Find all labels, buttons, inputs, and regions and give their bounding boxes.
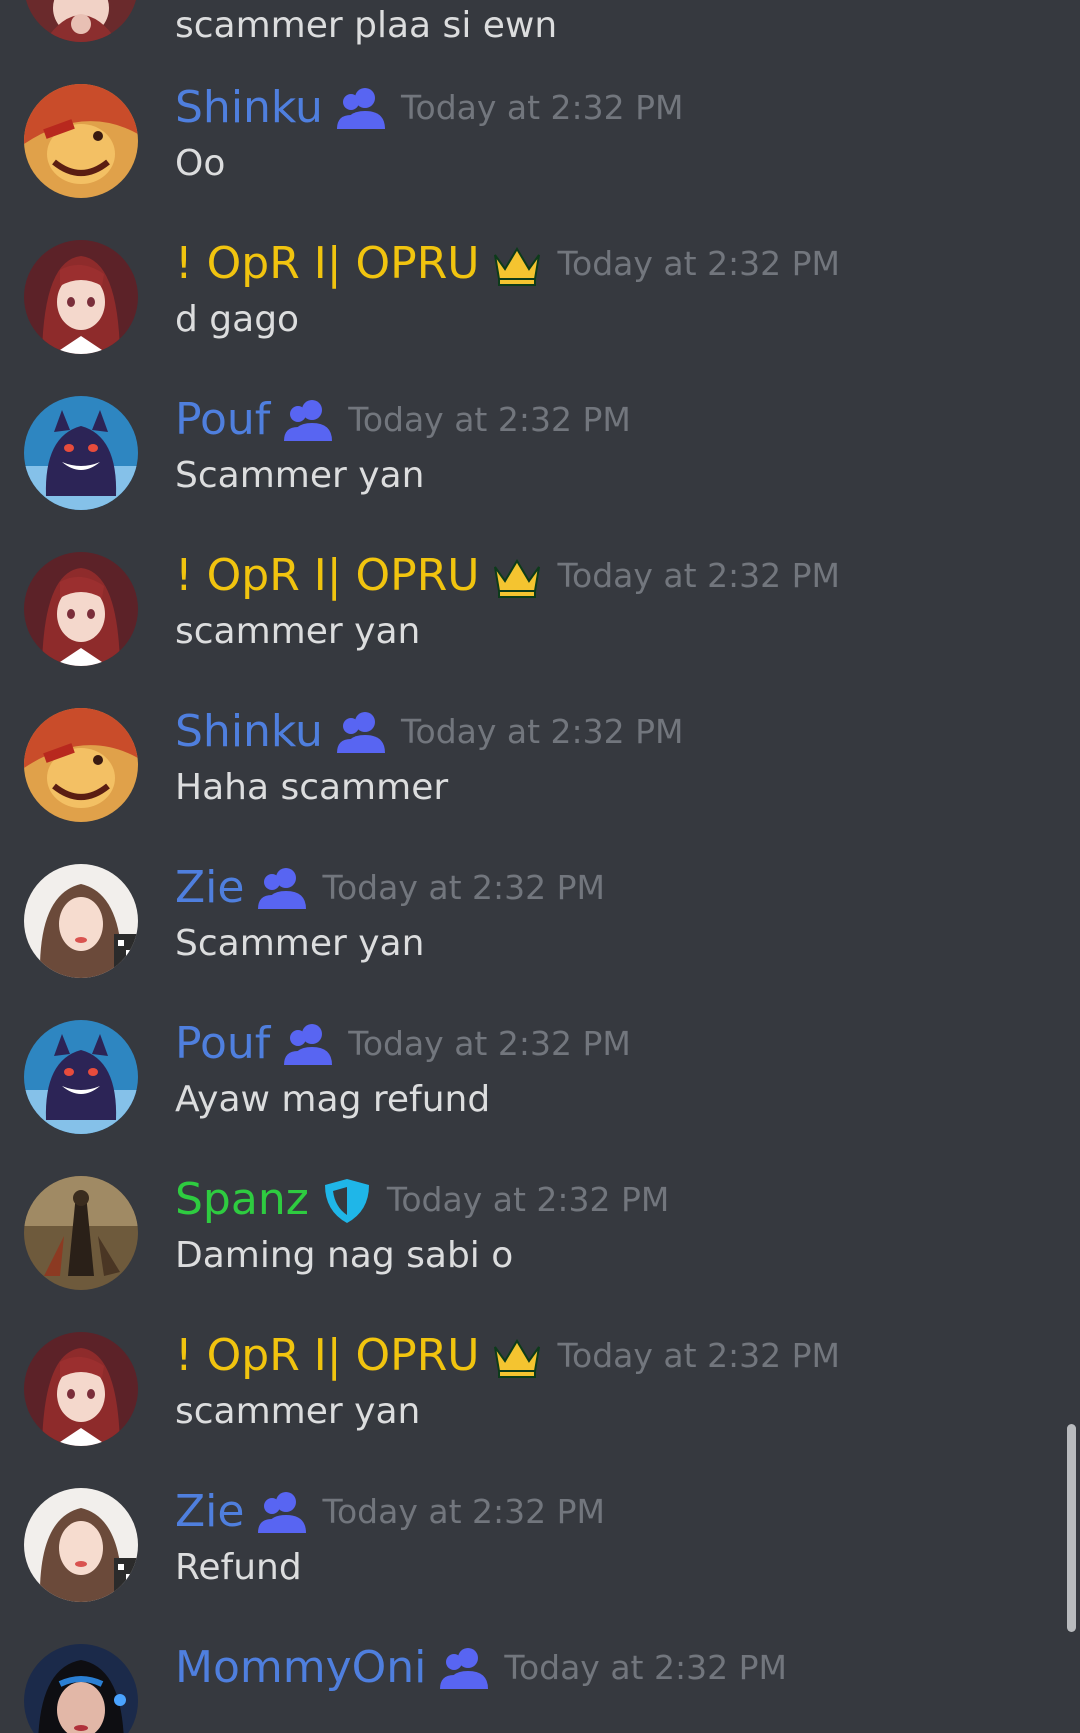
message-text: Refund [175,1547,302,1588]
message-item: Zie Today at 2:32 PM Refund [0,1482,1080,1638]
timestamp: Today at 2:32 PM [322,868,605,907]
username[interactable]: Shinku [175,704,323,760]
avatar-opru[interactable] [24,1332,138,1446]
message-text: Haha scammer [175,767,449,808]
members-icon [282,397,334,443]
username[interactable]: ! OpR I| OPRU [175,236,479,292]
avatar-pouf[interactable] [24,396,138,510]
scrollbar-thumb[interactable] [1067,1424,1076,1632]
message-item: ! OpR I| OPRU Today at 2:32 PM d gago [0,234,1080,390]
message-text: Scammer yan [175,455,425,496]
crown-icon [491,1333,543,1379]
username[interactable]: Shinku [175,80,323,136]
message-text: Ayaw mag refund [175,1079,491,1120]
message-item: ! OpR I| OPRU Today at 2:32 PM scammer y… [0,546,1080,702]
message-text: scammer yan [175,611,421,652]
avatar-opru[interactable] [24,240,138,354]
timestamp: Today at 2:32 PM [348,400,631,439]
members-icon [438,1645,490,1691]
members-icon [335,85,387,131]
timestamp: Today at 2:32 PM [322,1492,605,1531]
message-item: Pouf Today at 2:32 PM Ayaw mag refund [0,1014,1080,1170]
avatar-opru[interactable] [24,552,138,666]
message-item: Zie Today at 2:32 PM Scammer yan [0,858,1080,1014]
message-item: Shinku Today at 2:32 PM Oo [0,78,1080,234]
avatar-pouf[interactable] [24,1020,138,1134]
message-item: Spanz Today at 2:32 PM Daming nag sabi o [0,1170,1080,1326]
username[interactable]: ! OpR I| OPRU [175,1328,479,1384]
members-icon [256,865,308,911]
timestamp: Today at 2:32 PM [386,1180,670,1219]
username[interactable]: Pouf [175,392,270,448]
username[interactable]: Zie [175,860,244,916]
scrollbar[interactable] [1064,0,1078,1733]
username[interactable]: Spanz [175,1172,309,1228]
avatar-shinku[interactable] [24,708,138,822]
timestamp: Today at 2:32 PM [348,1024,631,1063]
message-text: scammer plaa si ewn [175,5,558,46]
message-item: Pouf Today at 2:32 PM Scammer yan [0,390,1080,546]
crown-icon [491,241,543,287]
message-text: Scammer yan [175,923,425,964]
username[interactable]: Zie [175,1484,244,1540]
timestamp: Today at 2:32 PM [557,556,841,595]
username[interactable]: ! OpR I| OPRU [175,548,479,604]
crown-icon [491,553,543,599]
timestamp: Today at 2:32 PM [400,712,684,751]
partial-message: scammer plaa si ewn [0,0,1080,60]
members-icon [335,709,387,755]
message-text: d gago [175,299,300,340]
timestamp: Today at 2:32 PM [557,1336,841,1375]
avatar-opru[interactable] [24,0,138,42]
avatar-zie[interactable] [24,1488,138,1602]
message-item: Shinku Today at 2:32 PM Haha scammer [0,702,1080,858]
timestamp: Today at 2:32 PM [504,1648,787,1687]
message-item: MommyOni Today at 2:32 PM [0,1638,1080,1733]
timestamp: Today at 2:32 PM [400,88,684,127]
avatar-zie[interactable] [24,864,138,978]
chat-message-list[interactable]: scammer plaa si ewn Shinku Today at 2:32… [0,0,1080,1733]
message-text: Oo [175,143,226,184]
message-text: Daming nag sabi o [175,1235,514,1276]
avatar-mommyoni[interactable] [24,1644,138,1733]
members-icon [282,1021,334,1067]
avatar-shinku[interactable] [24,84,138,198]
message-text: scammer yan [175,1391,421,1432]
timestamp: Today at 2:32 PM [557,244,841,283]
username[interactable]: MommyOni [175,1640,426,1696]
members-icon [256,1489,308,1535]
shield-icon [321,1177,373,1223]
message-item: ! OpR I| OPRU Today at 2:32 PM scammer y… [0,1326,1080,1482]
username[interactable]: Pouf [175,1016,270,1072]
avatar-spanz[interactable] [24,1176,138,1290]
